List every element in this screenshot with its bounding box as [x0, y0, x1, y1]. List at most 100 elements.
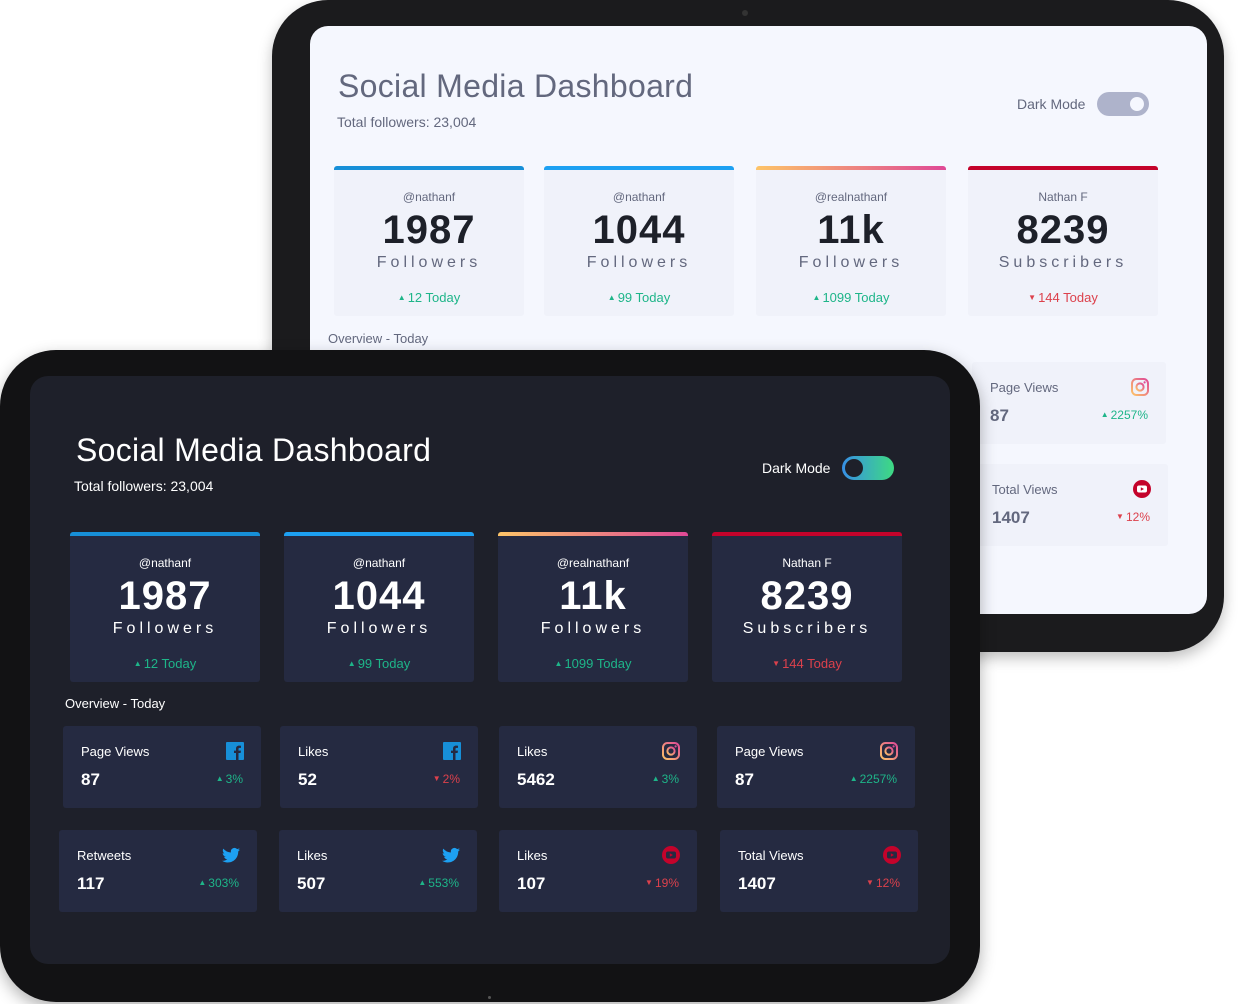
card-youtube[interactable]: Nathan F 8239 Subscribers ▼ 144 Today: [712, 532, 902, 682]
dark-mode-toggle-group: Dark Mode: [762, 456, 895, 480]
overview-value: 117: [77, 874, 105, 893]
overview-card-facebook-likes[interactable]: Likes 52 ▼ 2%: [280, 726, 478, 808]
overview-change-text: 3%: [225, 772, 243, 786]
toggle-knob: [845, 459, 864, 477]
dark-mode-screen: Social Media Dashboard Total followers: …: [30, 376, 950, 964]
overview-value: 52: [298, 770, 317, 789]
up-arrow-icon: ▲: [554, 659, 563, 668]
twitter-accent-bar: [284, 532, 474, 536]
card-twitter[interactable]: @nathanf 1044 Followers ▲ 99 Today: [544, 166, 734, 316]
facebook-accent-bar: [334, 166, 524, 170]
card-count: 1987: [118, 574, 212, 618]
overview-card-instagram-likes[interactable]: Likes 5462 ▲ 3%: [499, 726, 697, 808]
instagram-accent-bar: [756, 166, 946, 170]
overview-card-facebook-page-views[interactable]: Page Views 87 ▲ 3%: [63, 726, 261, 808]
facebook-icon: [443, 742, 461, 760]
overview-card-twitter-likes[interactable]: Likes 507 ▲ 553%: [279, 830, 477, 912]
up-arrow-icon: ▲: [347, 659, 356, 668]
camera: [742, 10, 748, 16]
overview-value: 507: [297, 874, 326, 893]
overview-change: ▼ 12%: [1116, 510, 1150, 524]
youtube-icon: [662, 846, 680, 864]
card-change-text: 144 Today: [1038, 290, 1098, 305]
up-arrow-icon: ▲: [418, 878, 427, 887]
card-facebook[interactable]: @nathanf 1987 Followers ▲ 12 Today: [70, 532, 260, 682]
overview-card-youtube-likes[interactable]: Likes 107 ▼ 19%: [499, 830, 697, 912]
instagram-icon: [880, 742, 898, 760]
twitter-icon: [442, 847, 460, 863]
page-title: Social Media Dashboard: [338, 68, 694, 104]
overview-label: Likes: [517, 744, 548, 759]
down-arrow-icon: ▼: [866, 878, 874, 887]
total-followers: Total followers: 23,004: [74, 478, 214, 494]
overview-card-instagram-page-views[interactable]: Page Views 87 ▲ 2257%: [972, 362, 1166, 444]
card-label: Followers: [326, 620, 432, 637]
overview-value: 1407: [738, 874, 776, 893]
overview-label: Retweets: [77, 848, 132, 863]
up-arrow-icon: ▲: [215, 774, 224, 783]
overview-change: ▲ 3%: [216, 772, 243, 786]
up-arrow-icon: ▲: [849, 774, 858, 783]
card-count: 11k: [559, 574, 627, 618]
overview-value: 87: [81, 770, 100, 789]
instagram-icon: [662, 742, 680, 760]
card-change: ▼ 144 Today: [712, 656, 902, 671]
dark-mode-toggle[interactable]: [842, 456, 895, 480]
up-arrow-icon: ▲: [397, 293, 406, 302]
overview-change-text: 303%: [208, 876, 239, 890]
overview-change-text: 3%: [661, 772, 679, 786]
page-title: Social Media Dashboard: [76, 432, 432, 468]
card-change: ▲ 12 Today: [334, 290, 524, 305]
youtube-accent-bar: [712, 532, 902, 536]
card-change: ▲ 99 Today: [284, 656, 474, 671]
card-twitter[interactable]: @nathanf 1044 Followers ▲ 99 Today: [284, 532, 474, 682]
card-facebook[interactable]: @nathanf 1987 Followers ▲ 12 Today: [334, 166, 524, 316]
card-handle: Nathan F: [1038, 190, 1088, 204]
card-change: ▲ 99 Today: [544, 290, 734, 305]
overview-value: 107: [517, 874, 546, 893]
overview-label: Likes: [298, 744, 329, 759]
up-arrow-icon: ▲: [607, 293, 616, 302]
up-arrow-icon: ▲: [651, 774, 660, 783]
youtube-icon: [883, 846, 901, 864]
card-count: 1987: [382, 208, 476, 252]
card-count: 1044: [332, 574, 426, 618]
card-label: Subscribers: [998, 254, 1128, 271]
card-instagram[interactable]: @realnathanf 11k Followers ▲ 1099 Today: [756, 166, 946, 316]
up-arrow-icon: ▲: [133, 659, 142, 668]
overview-change: ▼ 19%: [645, 876, 679, 890]
card-count: 1044: [592, 208, 686, 252]
overview-card-youtube-total-views[interactable]: Total Views 1407 ▼ 12%: [974, 464, 1168, 546]
card-count: 8239: [1016, 208, 1110, 252]
card-change-text: 99 Today: [617, 290, 671, 305]
up-arrow-icon: ▲: [198, 878, 207, 887]
card-youtube[interactable]: Nathan F 8239 Subscribers ▼ 144 Today: [968, 166, 1158, 316]
card-handle: @nathanf: [352, 556, 406, 570]
card-label: Followers: [586, 254, 692, 271]
facebook-accent-bar: [70, 532, 260, 536]
toggle-knob: [1128, 95, 1147, 113]
down-arrow-icon: ▼: [1116, 512, 1124, 521]
overview-change: ▲ 2257%: [850, 772, 897, 786]
overview-card-twitter-retweets[interactable]: Retweets 117 ▲ 303%: [59, 830, 257, 912]
card-change: ▲ 1099 Today: [498, 656, 688, 671]
up-arrow-icon: ▲: [812, 293, 821, 302]
dark-mode-label: Dark Mode: [1017, 96, 1086, 112]
card-count: 11k: [817, 208, 885, 252]
card-change-text: 12 Today: [407, 290, 461, 305]
total-followers: Total followers: 23,004: [337, 114, 477, 130]
overview-change: ▲ 2257%: [1101, 408, 1148, 422]
youtube-icon: [1133, 480, 1151, 498]
overview-label: Likes: [297, 848, 328, 863]
overview-card-instagram-page-views[interactable]: Page Views 87 ▲ 2257%: [717, 726, 915, 808]
overview-change: ▲ 303%: [198, 876, 239, 890]
dark-mode-toggle[interactable]: [1097, 92, 1150, 116]
overview-label: Total Views: [992, 482, 1058, 497]
overview-label: Page Views: [81, 744, 150, 759]
overview-card-youtube-total-views[interactable]: Total Views 1407 ▼ 12%: [720, 830, 918, 912]
overview-value: 5462: [517, 770, 555, 789]
card-instagram[interactable]: @realnathanf 11k Followers ▲ 1099 Today: [498, 532, 688, 682]
overview-label: Page Views: [735, 744, 804, 759]
youtube-accent-bar: [968, 166, 1158, 170]
overview-change-text: 2%: [442, 772, 460, 786]
